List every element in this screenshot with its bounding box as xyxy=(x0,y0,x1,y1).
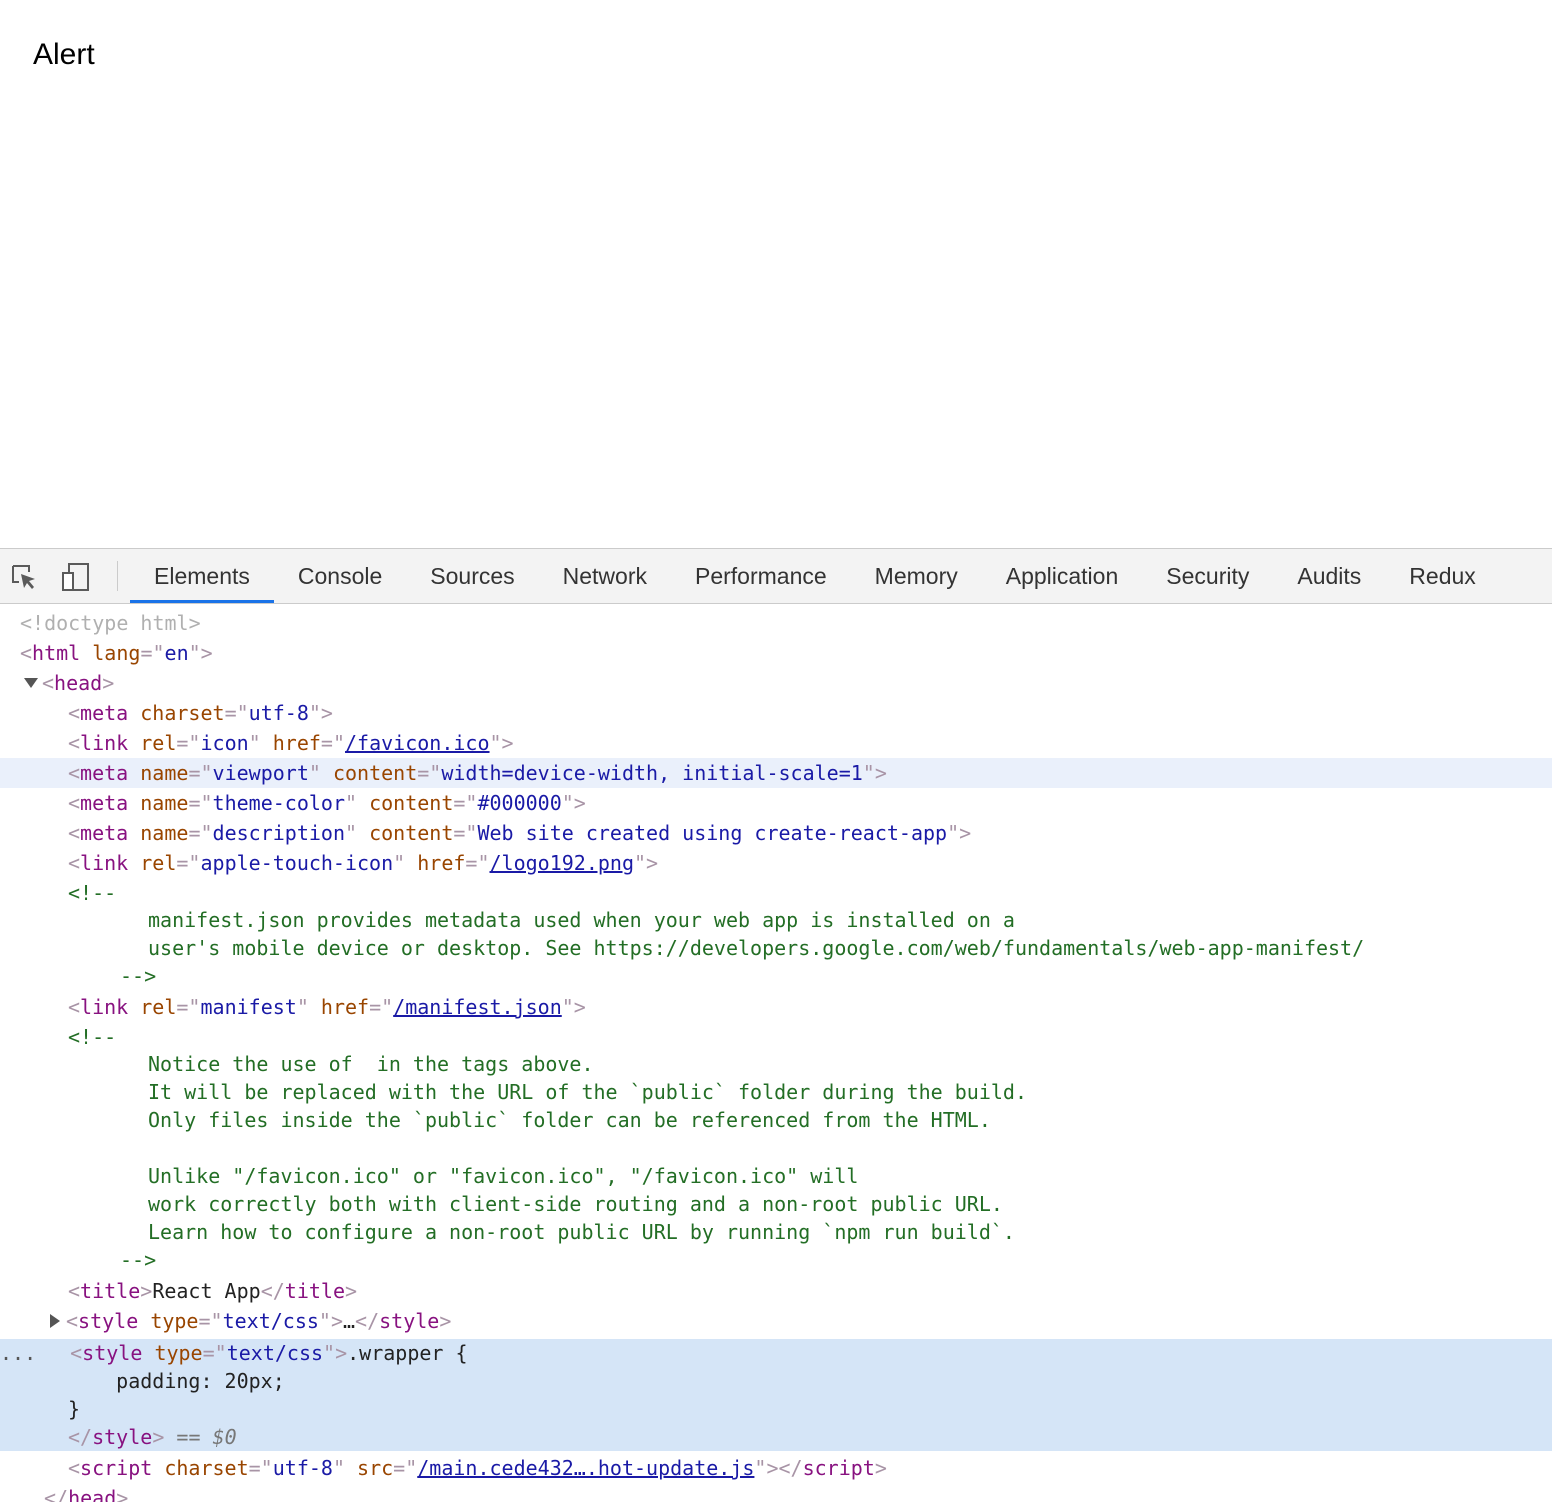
tree-node-doctype[interactable]: <!doctype html> xyxy=(0,608,1552,638)
tab-console[interactable]: Console xyxy=(274,549,406,603)
tree-node-head[interactable]: <head> xyxy=(0,668,1552,698)
node-actions-dots[interactable]: ... xyxy=(0,1341,36,1365)
tree-node-link-icon[interactable]: <link rel="icon" href="/favicon.ico"> xyxy=(0,728,1552,758)
tab-network[interactable]: Network xyxy=(539,549,671,603)
tree-node-title[interactable]: <title>React App</title> xyxy=(0,1276,1552,1306)
expand-arrow-icon[interactable] xyxy=(50,1313,60,1328)
tree-node-meta-theme[interactable]: <meta name="theme-color" content="#00000… xyxy=(0,788,1552,818)
devtools-panel: Elements Console Sources Network Perform… xyxy=(0,548,1552,1502)
console-ref-marker: == $0 xyxy=(176,1425,237,1449)
element-picker-icon[interactable] xyxy=(8,561,40,593)
favicon-link[interactable]: /favicon.ico xyxy=(345,731,490,755)
comment-line: Notice the use of in the tags above. xyxy=(148,1052,594,1076)
tab-performance[interactable]: Performance xyxy=(671,549,851,603)
comment-line: It will be replaced with the URL of the … xyxy=(148,1080,1027,1104)
comment-line: Unlike "/favicon.ico" or "favicon.ico", … xyxy=(148,1164,859,1188)
style-close-line: </style> == $0 xyxy=(68,1425,237,1449)
tree-node-meta-description[interactable]: <meta name="description" content="Web si… xyxy=(0,818,1552,848)
tab-application[interactable]: Application xyxy=(982,549,1143,603)
comment-line: work correctly both with client-side rou… xyxy=(148,1192,1003,1216)
logo192-link[interactable]: /logo192.png xyxy=(490,851,635,875)
comment-line: user's mobile device or desktop. See htt… xyxy=(148,936,1365,960)
style-content-line: } xyxy=(68,1397,81,1421)
tab-elements[interactable]: Elements xyxy=(130,549,274,603)
tree-node-html[interactable]: <html lang="en"> xyxy=(0,638,1552,668)
tree-node-style-collapsed[interactable]: <style type="text/css">…</style> xyxy=(0,1306,1552,1336)
script-src-link[interactable]: /main.cede432….hot-update.js xyxy=(417,1456,754,1480)
tree-node-meta-charset[interactable]: <meta charset="utf-8"> xyxy=(0,698,1552,728)
tab-security[interactable]: Security xyxy=(1142,549,1273,603)
tree-node-style-selected[interactable]: ... <style type="text/css">.wrapper { xyxy=(0,1339,1552,1367)
tree-node-comment-open[interactable]: <!-- xyxy=(0,878,1552,908)
tree-node-comment-open[interactable]: <!-- xyxy=(0,1022,1552,1052)
comment-line: manifest.json provides metadata used whe… xyxy=(148,908,1015,932)
comment-close: --> xyxy=(120,964,157,988)
tree-node-link-apple[interactable]: <link rel="apple-touch-icon" href="/logo… xyxy=(0,848,1552,878)
tree-node-script[interactable]: <script charset="utf-8" src="/main.cede4… xyxy=(0,1453,1552,1483)
alert-text: Alert xyxy=(33,38,95,71)
comment-line: Only files inside the `public` folder ca… xyxy=(148,1108,991,1132)
tab-sources[interactable]: Sources xyxy=(406,549,538,603)
toolbar-divider xyxy=(117,561,118,591)
style-content-line: padding: 20px; xyxy=(68,1369,285,1393)
devtools-toolbar: Elements Console Sources Network Perform… xyxy=(0,549,1552,604)
tree-node-meta-viewport[interactable]: <meta name="viewport" content="width=dev… xyxy=(0,758,1552,788)
tree-node-head-close[interactable]: </head> xyxy=(0,1483,1552,1502)
comment-line: Learn how to configure a non-root public… xyxy=(148,1220,1015,1244)
devtools-tabs: Elements Console Sources Network Perform… xyxy=(130,549,1500,603)
comment-close: --> xyxy=(120,1248,157,1272)
device-toolbar-icon[interactable] xyxy=(60,561,92,593)
tab-memory[interactable]: Memory xyxy=(851,549,982,603)
tab-audits[interactable]: Audits xyxy=(1273,549,1385,603)
manifest-link[interactable]: /manifest.json xyxy=(393,995,562,1019)
page-viewport: Alert xyxy=(0,0,1552,548)
tab-redux[interactable]: Redux xyxy=(1385,549,1499,603)
tree-node-link-manifest[interactable]: <link rel="manifest" href="/manifest.jso… xyxy=(0,992,1552,1022)
expand-arrow-icon[interactable] xyxy=(24,677,38,688)
